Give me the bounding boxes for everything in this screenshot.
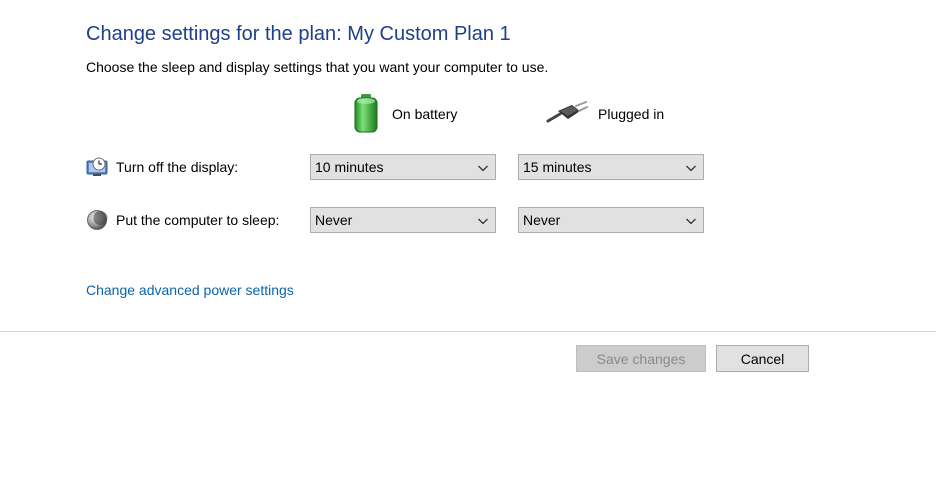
display-row-text: Turn off the display: [116,159,239,175]
battery-icon [350,93,382,136]
advanced-power-settings-link[interactable]: Change advanced power settings [86,282,294,298]
column-header-on-battery: On battery [350,93,458,136]
sleep-row-text: Put the computer to sleep: [116,212,280,228]
dropdown-value: 10 minutes [315,159,384,175]
moon-sleep-icon [86,209,108,231]
column-label-plugged-in: Plugged in [598,106,665,122]
dropdown-value: 15 minutes [523,159,592,175]
sleep-row-label: Put the computer to sleep: [86,206,279,234]
chevron-down-icon [477,214,489,226]
cancel-button[interactable]: Cancel [716,345,809,372]
display-row-label: Turn off the display: [86,153,238,181]
chevron-down-icon [685,161,697,173]
page-subtitle: Choose the sleep and display settings th… [86,59,549,75]
chevron-down-icon [477,161,489,173]
chevron-down-icon [685,214,697,226]
sleep-plugged-in-dropdown[interactable]: Never [518,207,704,233]
save-changes-button[interactable]: Save changes [576,345,706,372]
page-title: Change settings for the plan: My Custom … [86,23,511,45]
dropdown-value: Never [315,212,353,228]
monitor-clock-icon [86,156,108,178]
column-header-plugged-in: Plugged in [546,94,664,134]
sleep-on-battery-dropdown[interactable]: Never [310,207,496,233]
display-off-on-battery-dropdown[interactable]: 10 minutes [310,154,496,180]
power-plug-icon [546,100,588,128]
column-label-on-battery: On battery [392,106,458,122]
display-off-plugged-in-dropdown[interactable]: 15 minutes [518,154,704,180]
divider [0,331,936,332]
dropdown-value: Never [523,212,561,228]
